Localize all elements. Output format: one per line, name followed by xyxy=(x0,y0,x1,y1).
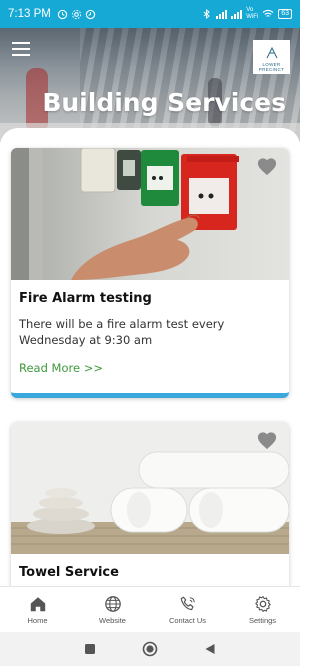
nav-label: Settings xyxy=(248,615,277,625)
lower-precinct-logo: LOWER PRECINCT xyxy=(253,40,290,74)
battery-indicator: 63 xyxy=(278,9,292,19)
towel-image xyxy=(11,422,289,554)
heart-icon[interactable] xyxy=(256,156,278,176)
globe-icon xyxy=(104,595,121,612)
service-card-towel[interactable]: Towel Service xyxy=(11,422,289,586)
back-icon[interactable] xyxy=(200,639,220,659)
status-time: 7:13 PM xyxy=(8,8,51,20)
card-description: There will be a fire alarm test every We… xyxy=(19,317,225,347)
card-body: Fire Alarm testing There will be a fire … xyxy=(11,280,289,375)
notification-icons xyxy=(57,9,96,20)
bluetooth-icon xyxy=(203,9,211,19)
system-navigation-bar xyxy=(0,632,300,666)
heart-icon[interactable] xyxy=(256,430,278,450)
nav-settings[interactable]: Settings xyxy=(225,587,300,632)
card-title: Fire Alarm testing xyxy=(19,291,152,306)
hamburger-menu-icon[interactable] xyxy=(12,42,30,56)
fire-alarm-illustration xyxy=(11,148,289,280)
card-title: Towel Service xyxy=(19,565,119,580)
nav-label: Home xyxy=(27,615,48,625)
settings-notification-icon xyxy=(71,9,81,19)
service-card-fire-alarm[interactable]: Fire Alarm testing There will be a fire … xyxy=(11,148,289,398)
clock-notification-icon xyxy=(57,9,68,19)
signal-icon-2 xyxy=(231,9,243,19)
bottom-navigation: Home Website Contact Us Settings xyxy=(0,586,300,632)
status-bar: 7:13 PM Vo WiFi 63 xyxy=(0,0,300,28)
header-banner: LOWER PRECINCT Building Services xyxy=(0,28,300,142)
content-area: Fire Alarm testing There will be a fire … xyxy=(0,128,300,586)
home-circle-icon[interactable] xyxy=(140,639,160,659)
nav-label: Contact Us xyxy=(168,615,207,625)
nav-home[interactable]: Home xyxy=(0,587,75,632)
logo-text: LOWER PRECINCT xyxy=(258,62,285,72)
phone-icon xyxy=(180,596,195,610)
read-more-link[interactable]: Read More >> xyxy=(19,361,281,375)
fire-alarm-image xyxy=(11,148,289,280)
recent-apps-icon[interactable] xyxy=(80,639,100,659)
vowifi-label: Vo WiFi xyxy=(246,7,259,20)
logo-mark-icon xyxy=(266,46,277,59)
nav-website[interactable]: Website xyxy=(75,587,150,632)
towel-illustration xyxy=(11,422,289,554)
clock-notification-icon-2 xyxy=(85,9,96,19)
status-indicators: Vo WiFi 63 xyxy=(202,7,292,21)
nav-label: Website xyxy=(99,615,126,625)
page-title: Building Services xyxy=(42,88,286,117)
home-icon xyxy=(30,596,45,611)
wifi-icon xyxy=(262,9,274,17)
nav-contact-us[interactable]: Contact Us xyxy=(150,587,225,632)
card-body: Towel Service xyxy=(11,554,289,580)
signal-icon xyxy=(216,9,228,19)
gear-icon xyxy=(254,595,271,612)
